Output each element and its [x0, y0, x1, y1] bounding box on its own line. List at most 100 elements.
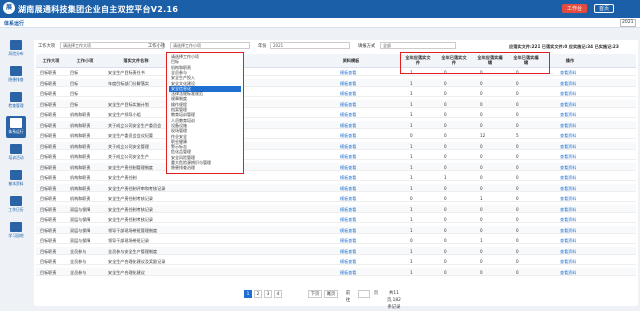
table-cell: 0 [516, 164, 519, 170]
table-cell: 目标职责 [40, 227, 57, 233]
table-cell: 0 [480, 91, 483, 96]
template-view-link[interactable]: 模板查看 [340, 123, 356, 129]
view-data-link[interactable]: 查看资料 [560, 196, 576, 202]
table-cell: 目标职责 [40, 259, 57, 264]
table-row: 目标职责 目标 年度目标部门分解落实 模板查看 1 0 0 0 查看资料 [36, 78, 636, 87]
dropdown-option[interactable]: 隐患排查治理 [171, 165, 195, 171]
template-view-link[interactable]: 模板查看 [340, 207, 356, 213]
template-view-link[interactable]: 模板查看 [340, 102, 356, 108]
template-view-link[interactable]: 模板查看 [340, 186, 356, 192]
page-input[interactable] [358, 290, 370, 298]
book-icon [10, 222, 22, 232]
table-cell: 0 [444, 154, 447, 159]
template-view-link[interactable]: 模板查看 [340, 259, 356, 265]
table-cell: 目标职责 [40, 164, 57, 170]
sidebar-item-risk[interactable]: 风险分布 [6, 38, 26, 60]
view-data-link[interactable]: 查看资料 [560, 228, 576, 234]
item-select[interactable]: 请选择工作小项 [170, 42, 250, 49]
table-cell: 机构和职责 [70, 175, 91, 180]
template-view-link[interactable]: 模板查看 [340, 133, 356, 139]
table-row: 目标职责 机构和职责 安全生产责任制管理制度 模板查看 1 0 0 0 查看资料 [36, 162, 636, 171]
table-cell: 0 [444, 101, 447, 107]
table-cell: 1 [410, 259, 413, 264]
view-data-link[interactable]: 查看资料 [560, 91, 576, 97]
view-data-link[interactable]: 查看资料 [560, 133, 576, 139]
sidebar-item-system[interactable]: 体系运行 [6, 116, 26, 138]
template-view-link[interactable]: 模板查看 [340, 217, 356, 223]
last-page-button[interactable]: 尾页 [324, 290, 338, 298]
main-panel: 工作大项 请选择工作大项 工作小项 请选择工作小项 年份 2021 填报方式 全… [34, 40, 638, 310]
template-view-link[interactable]: 模板查看 [340, 165, 356, 171]
table-cell: 0 [444, 122, 447, 128]
template-view-link[interactable]: 模板查看 [340, 91, 356, 97]
table-cell: 0 [444, 112, 447, 117]
table-cell: 机构和职责 [70, 185, 91, 191]
home-button[interactable]: 首页 [594, 4, 615, 13]
table-cell: 1 [410, 175, 413, 180]
template-view-link[interactable]: 模板查看 [340, 144, 356, 150]
table-cell: 0 [516, 154, 519, 159]
template-view-link[interactable]: 模板查看 [340, 175, 356, 181]
page-4-button[interactable]: 4 [274, 290, 282, 298]
view-data-link[interactable]: 查看资料 [560, 112, 576, 118]
view-data-link[interactable]: 查看资料 [560, 123, 576, 129]
view-data-link[interactable]: 查看资料 [560, 270, 576, 276]
view-data-link[interactable]: 查看资料 [560, 217, 576, 223]
template-view-link[interactable]: 模板查看 [340, 249, 356, 255]
view-data-link[interactable]: 查看资料 [560, 207, 576, 213]
year-filter-select[interactable]: 2021 [270, 42, 350, 49]
template-view-link[interactable]: 模板查看 [340, 70, 356, 76]
table-cell: 0 [444, 80, 447, 86]
template-view-link[interactable]: 模板查看 [340, 112, 356, 118]
template-view-link[interactable]: 模板查看 [340, 238, 356, 244]
view-data-link[interactable]: 查看资料 [560, 70, 576, 76]
view-data-link[interactable]: 查看资料 [560, 238, 576, 244]
view-data-link[interactable]: 查看资料 [560, 154, 576, 160]
table-cell: 1 [410, 269, 413, 275]
view-data-link[interactable]: 查看资料 [560, 81, 576, 87]
table-cell: 目标职责 [40, 91, 57, 96]
next-page-button[interactable]: 下页 [308, 290, 322, 298]
sidebar-item-training[interactable]: 培训活动 [6, 142, 26, 164]
page-3-button[interactable]: 3 [264, 290, 272, 298]
page-2-button[interactable]: 2 [254, 290, 262, 298]
table-cell: 0 [516, 259, 519, 264]
year-select[interactable]: 2021 [620, 19, 636, 27]
view-data-link[interactable]: 查看资料 [560, 249, 576, 255]
warning-icon [10, 66, 22, 76]
table-cell: 机构和职责 [70, 154, 91, 159]
sidebar-item-inspection[interactable]: 检查管理 [6, 90, 26, 112]
template-view-link[interactable]: 模板查看 [340, 228, 356, 234]
table-row: 目标职责 全员参与 全员参与安全生产管理制度 模板查看 1 0 0 0 查看资料 [36, 246, 636, 255]
calendar-icon [10, 196, 22, 206]
mode-select[interactable]: 全部 [380, 42, 456, 49]
view-data-link[interactable]: 查看资料 [560, 102, 576, 108]
view-data-link[interactable]: 查看资料 [560, 165, 576, 171]
home-icon [10, 170, 22, 180]
template-view-link[interactable]: 模板查看 [340, 196, 356, 202]
workbench-button[interactable]: 工作台 [562, 4, 588, 13]
sidebar-item-hazard[interactable]: 隐患排查 [6, 64, 26, 86]
table-cell: 目标 [70, 101, 79, 107]
sidebar-item-calendar[interactable]: 工作日历 [6, 194, 26, 216]
table-cell: 1 [480, 196, 483, 201]
template-view-link[interactable]: 模板查看 [340, 154, 356, 160]
table-cell: 0 [480, 185, 483, 191]
view-data-link[interactable]: 查看资料 [560, 186, 576, 192]
table-cell: 0 [516, 143, 519, 149]
sidebar-item-basic[interactable]: 基本资料 [6, 168, 26, 190]
template-view-link[interactable]: 模板查看 [340, 81, 356, 87]
table-cell: 0 [480, 101, 483, 107]
app-header: 展 湖南展通科技集团企业自主双控平台V2.16 工作台 首页 [0, 0, 640, 18]
view-data-link[interactable]: 查看资料 [560, 175, 576, 181]
table-cell: 0 [444, 185, 447, 191]
table-cell: 机构和职责 [70, 196, 91, 201]
view-data-link[interactable]: 查看资料 [560, 259, 576, 265]
table-cell: 1 [410, 185, 413, 191]
sidebar-item-learning[interactable]: 学习园地 [6, 220, 26, 242]
template-view-link[interactable]: 模板查看 [340, 270, 356, 276]
table-cell: 0 [444, 91, 447, 96]
page-1-button[interactable]: 1 [244, 290, 252, 298]
table-cell: 目标职责 [40, 185, 57, 191]
view-data-link[interactable]: 查看资料 [560, 144, 576, 150]
